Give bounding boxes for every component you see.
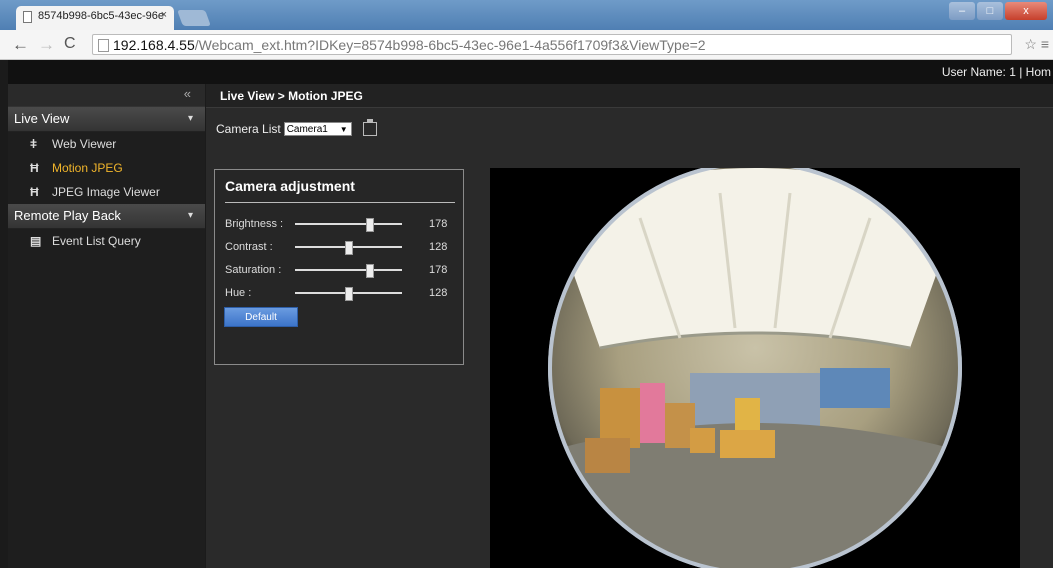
chevron-down-icon: ▾	[187, 113, 193, 124]
user-info[interactable]: User Name: 1 | Hom	[942, 65, 1051, 79]
main-content: Live View > Motion JPEG Camera List Came…	[206, 84, 1053, 568]
contrast-slider[interactable]	[295, 241, 402, 255]
panel-title: Camera adjustment	[225, 178, 355, 194]
saturation-slider[interactable]	[295, 264, 402, 278]
camera-list-label: Camera List	[216, 122, 281, 136]
close-tab-icon[interactable]: ×	[161, 9, 167, 21]
browser-titlebar: 8574b998-6bc5-43ec-96e × – □ x	[0, 0, 1053, 30]
window-controls: – □ x	[949, 2, 1047, 22]
saturation-row: Saturation : 178	[225, 262, 455, 278]
slider-thumb[interactable]	[344, 241, 353, 255]
slider-thumb[interactable]	[365, 218, 374, 232]
page-icon	[98, 39, 109, 52]
sidebar: « Live View ▾ ǂ Web Viewer Ħ Motion JPEG…	[8, 84, 205, 568]
sidebar-item-jpeg-image-viewer[interactable]: Ħ JPEG Image Viewer	[8, 180, 205, 204]
tab-title: 8574b998-6bc5-43ec-96e	[38, 10, 164, 22]
star-icon[interactable]: ☆ ≡	[1024, 36, 1049, 53]
section-remote-play-back[interactable]: Remote Play Back ▾	[8, 204, 205, 229]
default-button[interactable]: Default	[224, 307, 298, 327]
sidebar-item-label: Event List Query	[52, 234, 141, 248]
contrast-label: Contrast :	[225, 241, 273, 253]
document-icon: ▤	[30, 234, 42, 248]
breadcrumb: Live View > Motion JPEG	[206, 84, 1053, 108]
camera-adjustment-panel: Camera adjustment Brightness : 178 Contr…	[214, 169, 464, 365]
film-icon: Ħ	[30, 161, 39, 175]
brightness-slider[interactable]	[295, 218, 402, 232]
reload-icon[interactable]: C	[64, 35, 76, 53]
hue-row: Hue : 128	[225, 285, 455, 301]
sidebar-item-label: Web Viewer	[52, 137, 117, 151]
browser-tab[interactable]: 8574b998-6bc5-43ec-96e ×	[16, 6, 174, 30]
camera-list: Camera List Camera1 ▼	[216, 119, 377, 136]
sidebar-item-web-viewer[interactable]: ǂ Web Viewer	[8, 132, 205, 156]
app-topbar: User Name: 1 | Hom	[8, 60, 1053, 84]
sidebar-item-label: Motion JPEG	[52, 161, 123, 175]
contrast-value: 128	[429, 241, 448, 253]
camera-select[interactable]: Camera1 ▼	[283, 122, 352, 136]
url-host: 192.168.4.55	[113, 37, 195, 53]
chevron-down-icon: ▼	[339, 125, 348, 134]
fisheye-image	[490, 168, 1020, 568]
browser-navbar: ← → C 192.168.4.55/Webcam_ext.htm?IDKey=…	[0, 30, 1053, 60]
hue-value: 128	[429, 287, 448, 299]
chevron-down-icon: ▾	[187, 210, 193, 221]
camera-view[interactable]	[490, 168, 1020, 568]
hue-label: Hue :	[225, 287, 252, 299]
film-icon: Ħ	[30, 185, 39, 199]
collapse-sidebar-icon[interactable]: «	[8, 84, 205, 107]
hue-slider[interactable]	[295, 287, 402, 301]
page-icon	[23, 11, 32, 23]
brightness-row: Brightness : 178	[225, 216, 455, 232]
section-label: Live View	[14, 111, 70, 126]
section-live-view[interactable]: Live View ▾	[8, 107, 205, 132]
divider	[225, 202, 455, 203]
sidebar-item-motion-jpeg[interactable]: Ħ Motion JPEG	[8, 156, 205, 180]
url-path: /Webcam_ext.htm?IDKey=8574b998-6bc5-43ec…	[194, 37, 706, 53]
camera-select-value: Camera1	[286, 124, 328, 135]
back-arrow-icon[interactable]: ←	[12, 35, 29, 55]
slider-thumb[interactable]	[365, 264, 374, 278]
saturation-label: Saturation :	[225, 264, 282, 276]
new-tab-button[interactable]	[177, 10, 211, 26]
section-label: Remote Play Back	[14, 208, 121, 223]
minimize-icon[interactable]: –	[949, 2, 975, 20]
sidebar-item-event-list-query[interactable]: ▤ Event List Query	[8, 229, 205, 253]
contrast-row: Contrast : 128	[225, 239, 455, 255]
wireless-icon: ǂ	[30, 137, 38, 151]
address-bar[interactable]: 192.168.4.55/Webcam_ext.htm?IDKey=8574b9…	[92, 34, 1012, 55]
saturation-value: 178	[429, 264, 448, 276]
forward-arrow-icon[interactable]: →	[38, 35, 55, 55]
brightness-label: Brightness :	[225, 218, 284, 230]
slider-thumb[interactable]	[344, 287, 353, 301]
sidebar-item-label: JPEG Image Viewer	[52, 185, 160, 199]
close-window-icon[interactable]: x	[1005, 2, 1047, 20]
camera-settings-icon[interactable]	[362, 119, 377, 136]
maximize-icon[interactable]: □	[977, 2, 1003, 20]
brightness-value: 178	[429, 218, 448, 230]
